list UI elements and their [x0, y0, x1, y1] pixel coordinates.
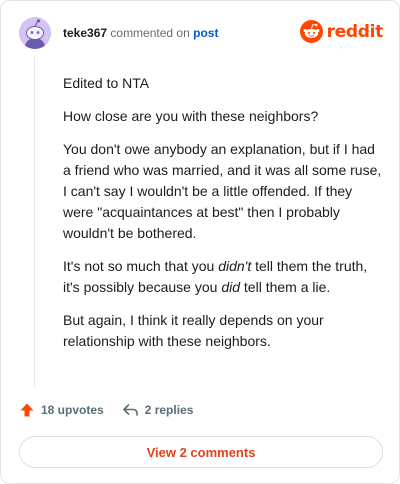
reddit-logo[interactable]: reddit [299, 20, 384, 43]
comment-verb: commented on [110, 26, 190, 40]
comment-text: tell them a lie. [240, 279, 331, 295]
comment-card: teke367 commented on post reddit Edited … [0, 0, 400, 484]
avatar[interactable] [19, 17, 51, 49]
upvote-button[interactable]: 18 upvotes [19, 402, 104, 418]
upvote-count: 18 upvotes [41, 403, 104, 417]
comment-meta: teke367 commented on post [63, 25, 218, 41]
comment-paragraph: It's not so much that you didn't tell th… [63, 256, 385, 298]
comment-paragraph: But again, I think it really depends on … [63, 310, 385, 352]
comment-paragraph: You don't owe anybody an explanation, bu… [63, 139, 385, 244]
thread-line [34, 57, 35, 387]
comment-text: It's not so much that you [63, 258, 219, 274]
comment-text: But again, I think it really depends on … [63, 312, 324, 349]
reddit-snoo-icon [299, 20, 323, 43]
reddit-wordmark: reddit [326, 21, 384, 42]
reply-button[interactable]: 2 replies [122, 402, 194, 418]
comment-text: Edited to NTA [63, 75, 150, 91]
view-comments-button[interactable]: View 2 comments [19, 436, 383, 468]
emphasis-text: didn't [218, 258, 252, 274]
comment-text: You don't owe anybody an explanation, bu… [63, 141, 382, 241]
comment-header: teke367 commented on post [19, 17, 218, 49]
comment-paragraph: Edited to NTA [63, 73, 385, 94]
comment-body: Edited to NTA How close are you with thes… [63, 73, 385, 364]
reply-count: 2 replies [144, 403, 194, 417]
post-link[interactable]: post [193, 26, 218, 40]
comment-actions: 18 upvotes 2 replies [19, 402, 193, 418]
author-username[interactable]: teke367 [63, 26, 107, 40]
upvote-arrow-icon [20, 403, 34, 417]
comment-text: How close are you with these neighbors? [63, 108, 319, 124]
reply-arrow-icon [122, 404, 138, 416]
comment-paragraph: How close are you with these neighbors? [63, 106, 385, 127]
snoo-avatar-icon [19, 17, 51, 49]
emphasis-text: did [221, 279, 241, 295]
